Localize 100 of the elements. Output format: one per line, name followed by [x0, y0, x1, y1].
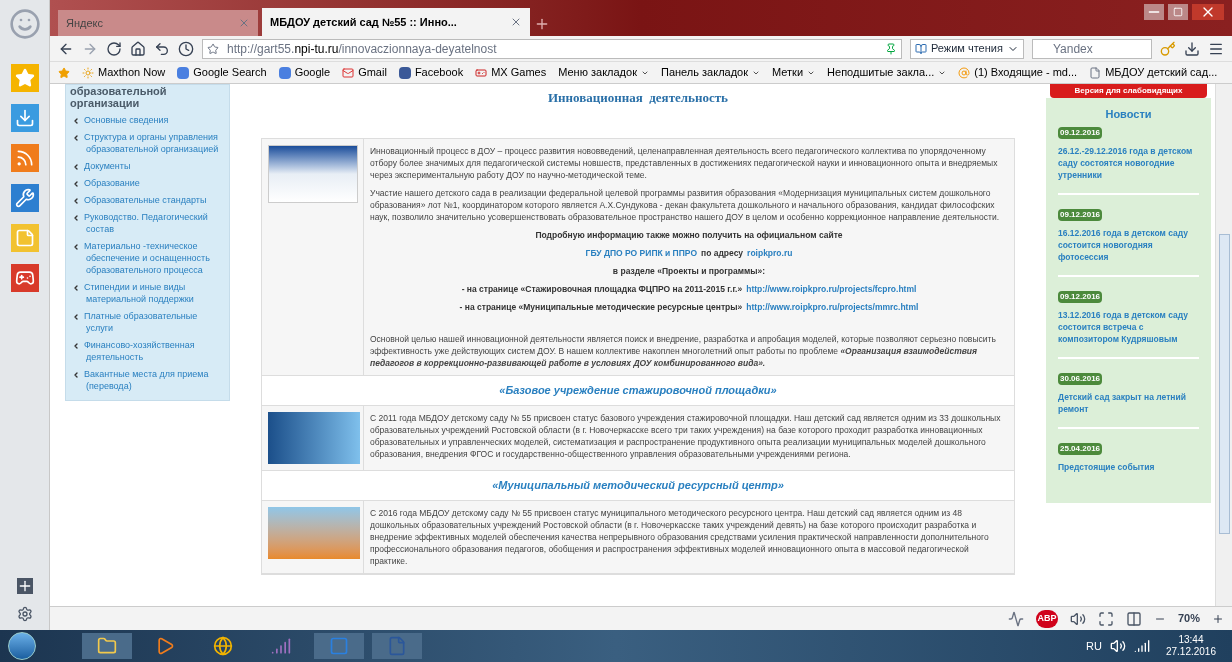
bookmark-link[interactable]: Неподшитые закла... [827, 64, 947, 81]
nav-link[interactable]: Образование [70, 177, 225, 189]
bookmark-link[interactable]: Facebook [398, 64, 464, 81]
news-link[interactable]: Детский сад закрыт на летний ремонт [1058, 390, 1199, 415]
mail-icon [342, 66, 355, 79]
date-badge: 09.12.2016 [1058, 126, 1103, 139]
page-title: Инновационная деятельность [548, 89, 728, 107]
date-badge: 09.12.2016 [1058, 290, 1103, 303]
clock-time[interactable]: 13:44 [1178, 634, 1204, 646]
bookmark-link[interactable]: MX Games [475, 64, 547, 81]
nav-link[interactable]: Образовательные стандарты [70, 194, 225, 206]
gamepad-icon [475, 66, 488, 79]
adblock-icon[interactable]: ABP [1035, 609, 1058, 628]
home-icon[interactable] [130, 40, 146, 57]
nav-link[interactable]: Руководство. Педагогический состав [70, 211, 225, 235]
bookmark-link[interactable]: Google [278, 64, 331, 81]
browser-tab[interactable]: МБДОУ детский сад №55 :: Инно... [262, 8, 530, 36]
news-heading: Новости [1105, 107, 1152, 122]
bookmark-link[interactable]: Gmail [342, 64, 387, 81]
browser-tab[interactable]: Яндекс [58, 10, 258, 36]
search-field[interactable]: Yandex [1031, 38, 1152, 59]
link[interactable]: roipkpro.ru [747, 246, 793, 259]
link[interactable]: http://www.roipkpro.ru/projects/fcpro.html [746, 282, 917, 295]
close-icon[interactable] [1192, 4, 1224, 20]
clock-date[interactable]: 27.12.2016 [1165, 646, 1216, 658]
date-badge: 25.04.2016 [1058, 442, 1103, 455]
chevron-icon [72, 283, 80, 292]
key-icon[interactable] [1159, 40, 1176, 57]
nav-link[interactable]: Стипендии и иные виды материальной поддержки [70, 281, 225, 305]
link[interactable]: ГБУ ДПО РО РИПК и ППРО [585, 246, 697, 259]
bookmark-link[interactable]: МБДОУ детский сад... [1089, 64, 1218, 81]
reading-mode-button[interactable]: Режим чтения [910, 38, 1024, 59]
news-link[interactable]: 13.12.2016 года в детском саду состоится встреча с композитором Кудряшовым [1058, 308, 1199, 345]
start-button[interactable] [8, 632, 36, 660]
scrollbar[interactable] [1215, 84, 1232, 606]
section-heading: «Муниципальный методический ресурсный центр» [492, 479, 784, 491]
bookmark-link[interactable]: Maxthon Now [82, 64, 166, 81]
nav-link[interactable]: Вакантные места для приема (перевода) [70, 368, 225, 392]
date-badge: 09.12.2016 [1058, 208, 1103, 221]
zoom-in-icon[interactable] [1212, 612, 1224, 625]
speaker-icon[interactable] [1069, 610, 1086, 627]
reload-icon[interactable] [106, 40, 122, 57]
date-badge: 30.06.2016 [1058, 372, 1103, 385]
signal-icon[interactable] [1133, 638, 1150, 654]
history-icon[interactable] [178, 40, 194, 57]
paragraph: Инновационный процесс в ДОУ – процесс развития нововведений, целенаправленная деятельность всего педагогического коллектива по упорядоченному отбору более значимых для педагогической системы новшеств, представленных в достижениях педагогической науки и инновационного опыта и внедряемых через экспериментальную работу ДОУ по научно-методической теме. [370, 144, 999, 181]
nav-link[interactable]: Материально -техническое обеспечение и оснащенность образовательного процесса [70, 240, 225, 276]
new-tab-icon[interactable] [534, 16, 550, 32]
star-icon[interactable] [58, 66, 70, 79]
fullscreen-icon[interactable] [1097, 610, 1114, 627]
split-view-icon[interactable] [1125, 610, 1142, 627]
nav-heading: образовательной организации [70, 85, 168, 109]
close-icon[interactable] [510, 16, 522, 28]
nav-link[interactable]: Документы [70, 160, 225, 172]
chevron-icon [72, 312, 80, 321]
chevron-icon [72, 341, 80, 350]
download-icon[interactable] [1183, 40, 1200, 57]
rss-icon[interactable] [10, 144, 39, 172]
info-text: по адресу [701, 246, 744, 259]
info-text: - на странице «Стажировочная площадка ФЦПРО на 2011-2015 г.г.» [461, 282, 743, 295]
bookmark-link[interactable]: Метки [772, 64, 816, 81]
news-link[interactable]: Предстоящие события [1058, 460, 1155, 473]
news-link[interactable]: 26.12.-29.12.2016 года в детском саду состоятся новогодние утренники [1058, 144, 1199, 181]
gamepad-icon[interactable] [10, 264, 39, 292]
nav-link[interactable]: Платные образовательные услуги [70, 310, 225, 334]
page-icon [1089, 66, 1102, 79]
activity-icon[interactable] [1007, 610, 1024, 627]
paragraph: Основной целью нашей инновационной деятельности является поиск и внедрение, разработка и апробация моделей, которые позволяют серьезно повысить эффективность уже действующих систем ДОУ. В нашем коллективе накоплен многолетний опыт работы по проблеме «Организация взаимодействия педагогов в коррекционно-развивающей работе в условиях ДОУ комбинированного вида». [370, 332, 997, 369]
link[interactable]: http://www.roipkpro.ru/projects/mmrc.html [746, 300, 919, 313]
undo-icon[interactable] [154, 40, 170, 57]
paragraph: С 2011 года МБДОУ детскому саду № 55 присвоен статус базового учреждения стажировочной площадки. Наш детский сад является одним из 33 дошкольных образовательных учреждений Ростовской области (в г. Новочеркасске всего три таких учреждения) на базе которого проходит разработка инновационных образовательных и управленческих моделей, систематизация и распространение продуктивного опыта реализации муниципальных моделей дошкольного образования, внедрения ФГОС и государственно-общественного управления образовательными учреждениями региона. [369, 411, 1002, 461]
info-text: - на странице «Муниципальные методические ресурсные центры» [459, 300, 743, 313]
tools-icon[interactable] [10, 184, 39, 212]
bookmark-link[interactable]: Панель закладок [661, 64, 761, 81]
volume-icon[interactable] [1109, 638, 1126, 654]
chevron-icon [72, 370, 80, 379]
accessibility-button[interactable]: Версия для слабовидящих [1050, 84, 1207, 98]
settings-icon[interactable] [16, 606, 33, 622]
book-icon [915, 42, 927, 55]
section-heading: «Базовое учреждение стажировочной площадки» [499, 384, 777, 396]
bookmark-link[interactable]: Google Search [177, 64, 267, 81]
nav-link[interactable]: Финансово-хозяйственная деятельность [70, 339, 225, 363]
at-icon [958, 66, 971, 79]
language-indicator[interactable]: RU [1086, 637, 1102, 655]
info-text: в разделе «Проекты и программы»: [612, 264, 766, 277]
news-link[interactable]: 16.12.2016 года в детском саду состоится новогодняя фотосессия [1058, 226, 1199, 263]
bookmark-link[interactable]: (1) Входящие - md... [958, 64, 1078, 81]
paragraph: Участие нашего детского сада в реализации федеральной целевой программы развития образования «Модернизация муниципальных систем дошкольного образования» лот №1, координатором которого является А.Х.Сундукова - декан факультета дошкольного и начального образования, кандидат философских наук, позволило значительно усовершенствовать образовательное пространство нашего ДОУ в целом и особенно коррекционное направление деятельности. [370, 186, 1001, 223]
address-bar[interactable]: http://gart55.npi-tu.ru/innovaczionnaya-deyatelnost [202, 38, 902, 59]
zoom-level: 70% [1177, 611, 1200, 627]
folder-icon[interactable] [82, 633, 132, 659]
nav-link[interactable]: Структура и органы управления образовательной организацией [70, 131, 225, 155]
nav-link[interactable]: Основные сведения [70, 114, 225, 126]
bookmark-link[interactable]: Меню закладок [558, 64, 649, 81]
minimize-icon[interactable] [1144, 4, 1164, 20]
sun-icon [82, 66, 94, 79]
info-text: Подробную информацию также можно получить на официальном сайте [535, 228, 843, 241]
add-icon[interactable] [16, 578, 33, 594]
paragraph: С 2016 года МБДОУ детскому саду № 55 присвоен статус муниципального методического ресурсного центра. Наш детский сад является одним из 48 дошкольных образовательных учреждений Ростовской области (в г. Новочеркасске таких учреждений девять) на базе которого происходит разработка и внедрение эффективных моделей обеспечения качества непрерывного образования средствами усиления практической направленности дополнительного профессионального образования педагогов, обобщения и распространения эффективных моделей инновационного опыта в массовой педагогической практике. [369, 506, 990, 568]
chevron-icon [72, 242, 80, 251]
